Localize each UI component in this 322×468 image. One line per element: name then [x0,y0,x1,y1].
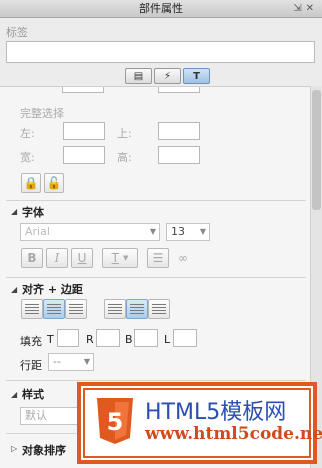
underline-button[interactable]: U [71,248,93,268]
watermark-banner: 5 HTML5模板网 www.html5code.net [77,382,322,464]
chevron-down-icon: ▼ [122,254,129,262]
height-input[interactable] [158,146,200,164]
align-top-button[interactable] [104,299,126,319]
link-icon[interactable]: ∞ [178,251,188,265]
padding-left-input[interactable] [173,329,197,347]
bold-icon: B [27,251,37,265]
collapse-arrow-icon[interactable]: ◢ [11,390,17,399]
tab-interactions[interactable]: ⚡ [154,68,181,84]
font-size-value: 13 [171,225,185,238]
divider [6,200,306,201]
divider [6,277,306,278]
label-input[interactable] [6,41,315,63]
padding-bottom-label: B [125,333,133,346]
panel-title: 部件属性 [139,2,183,15]
list-icon: ▤ [133,70,144,82]
collapse-arrow-icon[interactable]: ◢ [11,285,17,294]
unlock-button[interactable]: 🔓 [44,173,64,193]
tab-properties[interactable]: ▤ [125,68,152,84]
lightning-icon: ⚡ [163,70,172,82]
font-size-select[interactable]: 13 ▼ [166,223,210,241]
bullet-list-icon: ☰ [152,251,164,265]
height-label: 高: [117,151,132,164]
bullet-list-button[interactable]: ☰ [147,248,169,268]
panel-titlebar: 部件属性 ⇲✕ [0,0,322,18]
font-section-title: 字体 [22,206,44,219]
width-input[interactable] [63,146,105,164]
bold-button[interactable]: B [21,248,43,268]
scrollbar-thumb[interactable] [312,90,321,210]
left-label: 左: [20,127,35,140]
label-section: 标签 [0,19,322,67]
left-input[interactable] [63,122,105,140]
line-spacing-value: -- [53,355,61,368]
lock-ratio-button[interactable]: 🔒 [21,173,41,193]
y-input[interactable] [158,87,200,93]
text-color-icon: T [111,251,119,265]
chevron-down-icon: ▼ [149,227,156,236]
line-spacing-select[interactable]: -- ▼ [48,353,94,371]
top-label: 上: [117,127,132,140]
chevron-down-icon: ▼ [83,357,90,366]
close-icon[interactable]: ✕ [306,3,318,14]
top-input[interactable] [158,122,200,140]
align-top-icon [108,304,122,314]
style-icon: T [193,70,200,82]
pin-icon[interactable]: ⇲ [293,3,305,14]
html5-logo-icon: 5 [97,398,133,444]
font-family-value: Arial [25,225,50,238]
order-section-title: 对象排序 [22,444,66,457]
underline-icon: U [77,251,87,265]
padding-top-input[interactable] [57,329,79,347]
align-left-icon [25,304,39,314]
complete-selection-title: 完整选择 [20,107,64,120]
watermark-url: www.html5code.net [145,424,322,444]
unlock-icon: 🔓 [46,176,62,190]
x-input[interactable] [62,87,104,93]
align-middle-button[interactable] [126,299,148,319]
align-middle-icon [130,304,144,314]
text-color-button[interactable]: T ▼ [102,248,138,268]
style-value: 默认 [25,409,47,422]
align-right-icon [69,304,83,314]
chevron-down-icon: ▼ [199,227,206,236]
align-bottom-button[interactable] [148,299,170,319]
padding-bottom-input[interactable] [134,329,158,347]
tab-style[interactable]: T [183,68,210,84]
italic-icon: I [54,251,60,265]
collapse-arrow-icon[interactable]: ◢ [11,207,17,216]
align-center-button[interactable] [43,299,65,319]
padding-right-label: R [86,333,94,346]
padding-left-label: L [164,333,171,346]
lock-icon: 🔒 [23,176,39,190]
watermark-title: HTML5模板网 [145,400,287,425]
italic-button[interactable]: I [46,248,68,268]
expand-arrow-icon[interactable]: ▷ [11,444,17,453]
padding-right-input[interactable] [96,329,120,347]
style-section-title: 样式 [22,388,44,401]
padding-top-label: T [47,333,54,346]
label-title: 标签 [6,26,28,39]
align-center-icon [47,304,61,314]
align-section-title: 对齐 + 边距 [22,283,83,296]
width-label: 宽: [20,151,35,164]
padding-label: 填充 [20,335,42,348]
align-bottom-icon [152,304,166,314]
align-right-button[interactable] [65,299,87,319]
divider [6,380,306,381]
html5-logo-text: 5 [107,408,124,436]
align-left-button[interactable] [21,299,43,319]
font-family-select[interactable]: Arial ▼ [20,223,160,241]
property-tabs: ▤ ⚡ T [0,67,322,85]
line-spacing-label: 行距 [20,359,42,372]
